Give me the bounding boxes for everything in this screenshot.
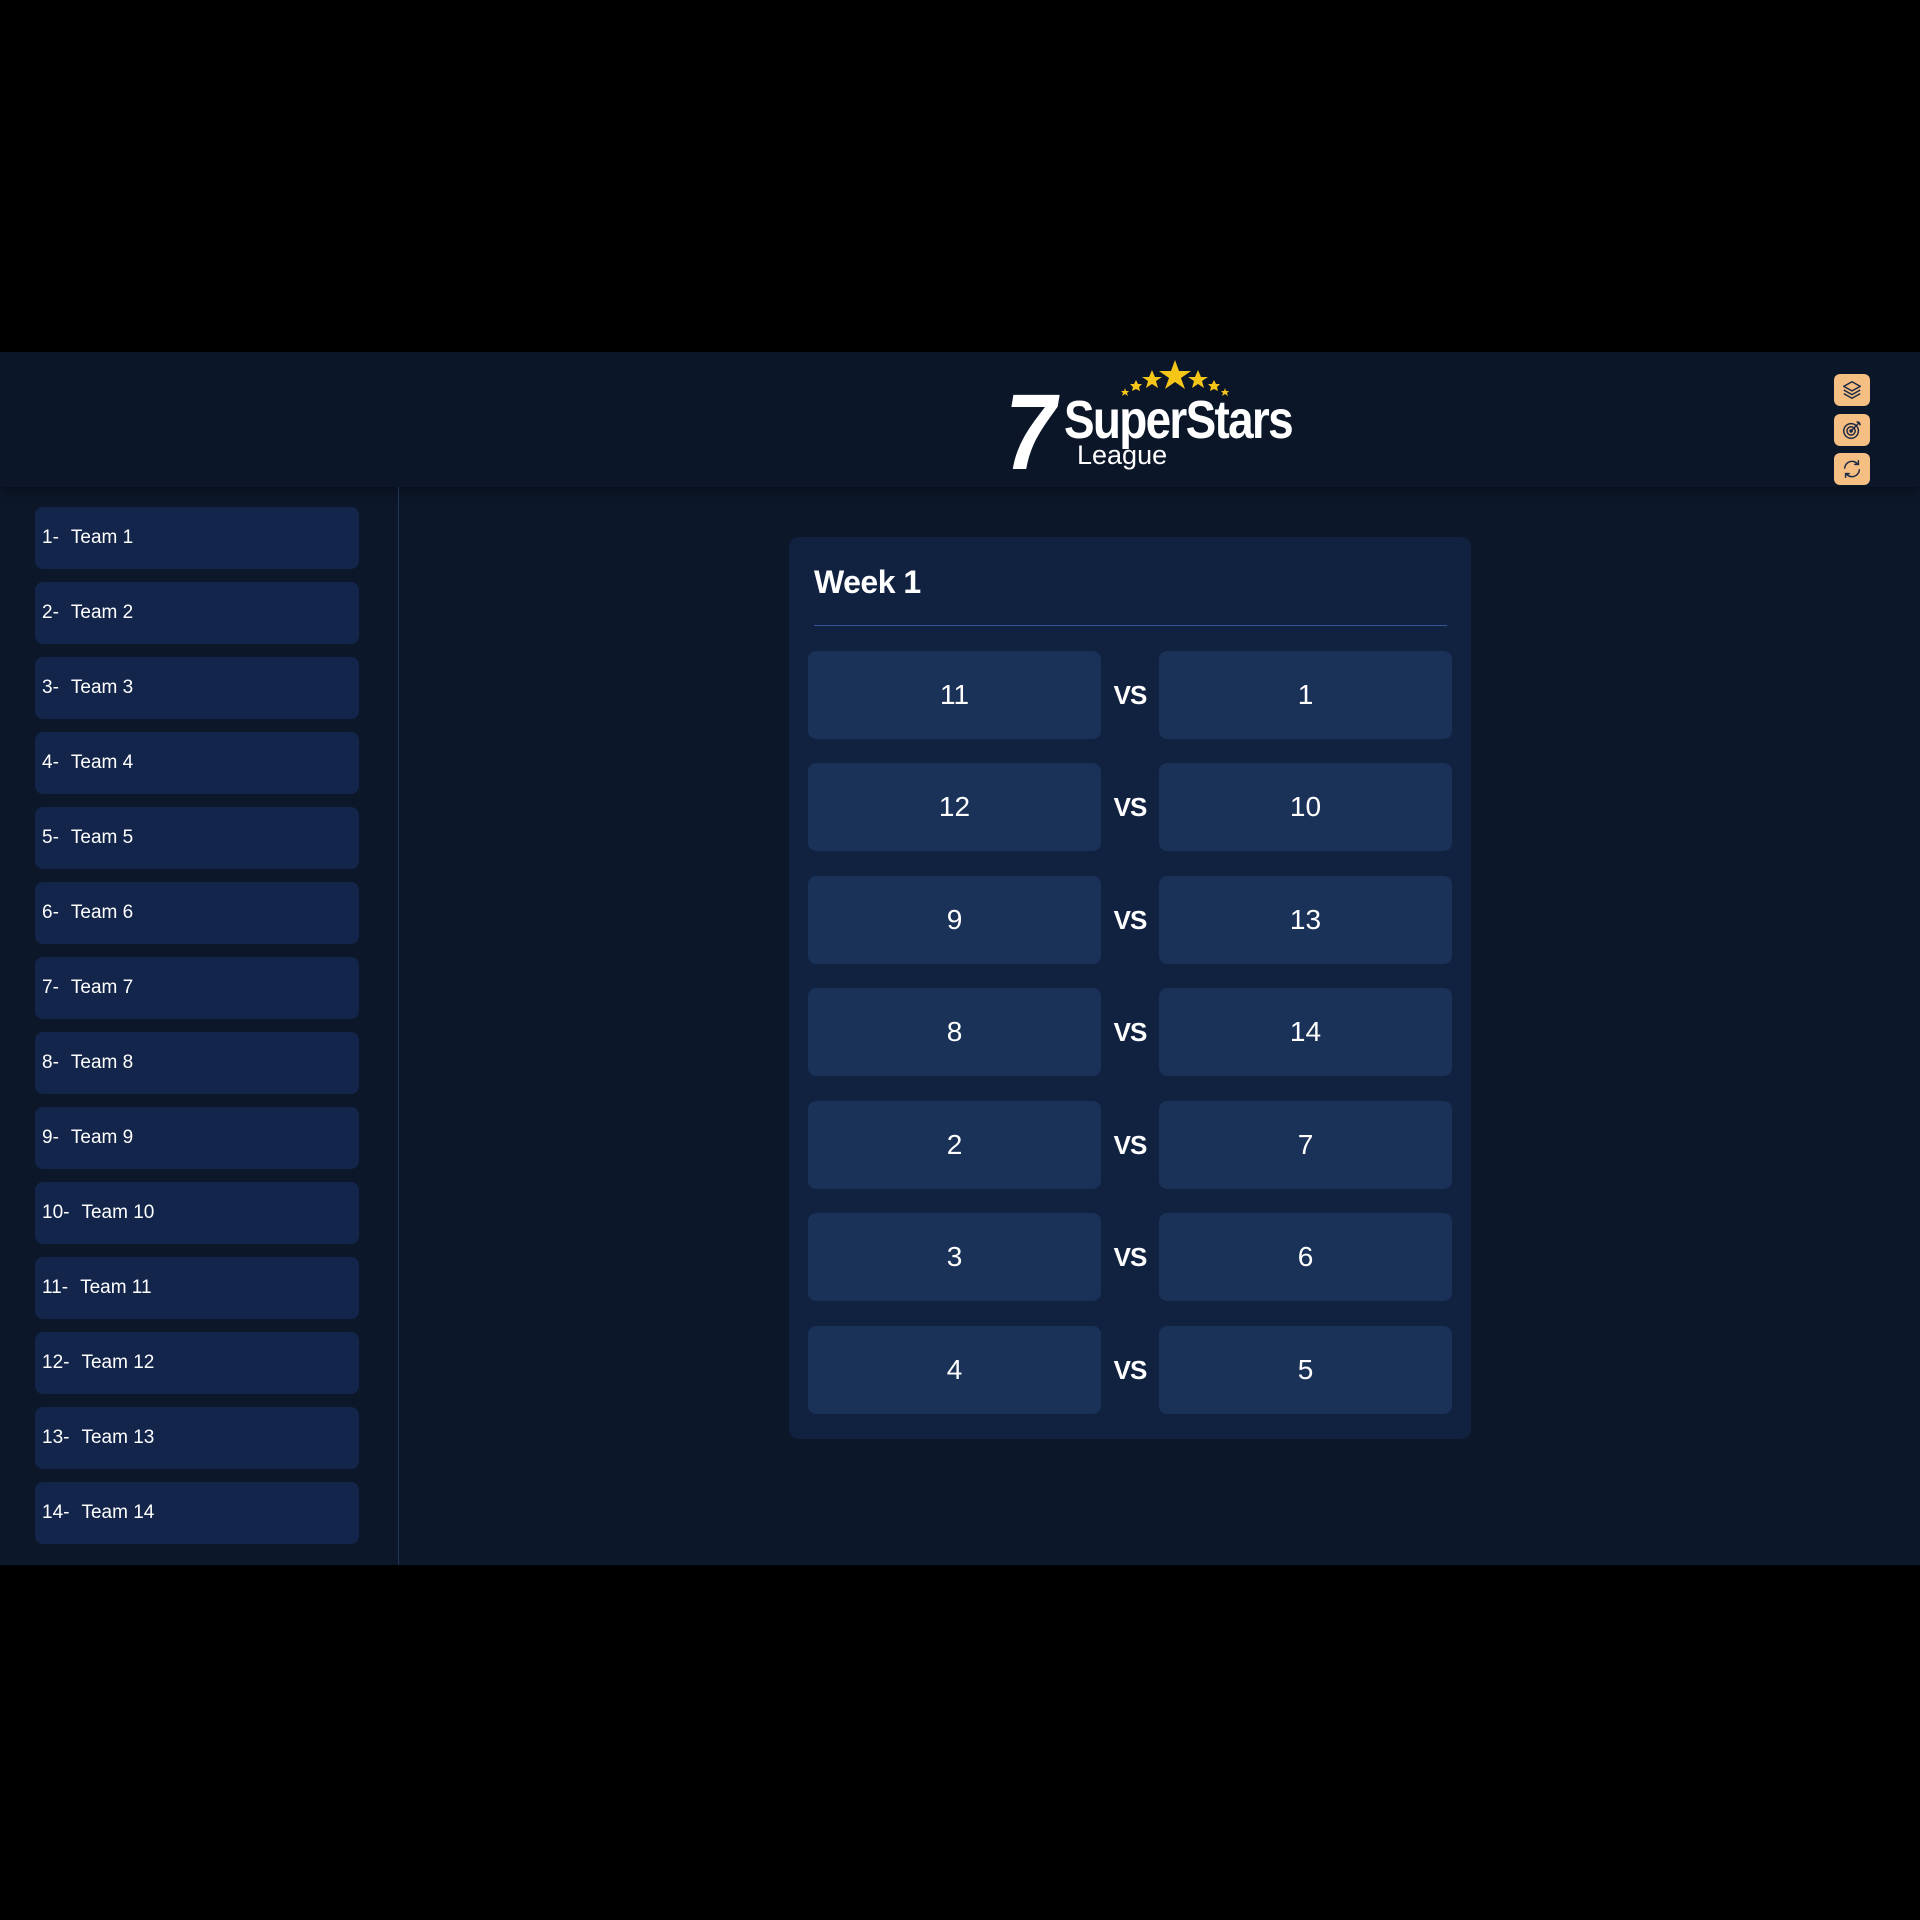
app-window: 7 SuperStars League 1- Team 1 2- Team 2 … [0, 352, 1920, 1565]
team-item[interactable]: 10- Team 10 [35, 1182, 359, 1244]
layers-icon [1843, 381, 1861, 399]
team-name: Team 10 [81, 1202, 155, 1223]
team-number: 4- [42, 752, 59, 773]
match-row: 12 VS 10 [808, 763, 1452, 851]
team-name: Team 6 [70, 902, 134, 923]
header: 7 SuperStars League [0, 352, 1920, 487]
team-number: 8- [42, 1052, 59, 1073]
layers-button[interactable] [1834, 374, 1870, 406]
team-name: Team 9 [70, 1127, 134, 1148]
star-icon [1142, 370, 1162, 388]
away-team[interactable]: 14 [1159, 988, 1452, 1076]
team-number: 6- [42, 902, 59, 923]
vs-label: VS [1113, 1241, 1148, 1272]
away-team[interactable]: 7 [1159, 1101, 1452, 1189]
team-number: 9- [42, 1127, 59, 1148]
match-row: 2 VS 7 [808, 1101, 1452, 1189]
team-number: 10- [42, 1202, 70, 1223]
title-divider [814, 625, 1447, 626]
away-team[interactable]: 5 [1159, 1326, 1452, 1414]
team-number: 14- [42, 1502, 70, 1523]
team-name: Team 7 [70, 977, 134, 998]
match-row: 9 VS 13 [808, 876, 1452, 964]
team-name: Team 8 [70, 1052, 134, 1073]
home-team[interactable]: 4 [808, 1326, 1101, 1414]
team-item[interactable]: 1- Team 1 [35, 507, 359, 569]
team-name: Team 13 [81, 1427, 155, 1448]
vs-label: VS [1113, 1354, 1148, 1385]
vs-label: VS [1113, 904, 1148, 935]
refresh-icon [1843, 460, 1861, 478]
team-item[interactable]: 2- Team 2 [35, 582, 359, 644]
team-item[interactable]: 4- Team 4 [35, 732, 359, 794]
vs-label: VS [1113, 1016, 1148, 1047]
team-item[interactable]: 5- Team 5 [35, 807, 359, 869]
team-name: Team 1 [70, 527, 134, 548]
team-number: 11- [42, 1277, 69, 1298]
away-team[interactable]: 10 [1159, 763, 1452, 851]
away-team[interactable]: 13 [1159, 876, 1452, 964]
team-name: Team 4 [70, 752, 134, 773]
home-team[interactable]: 3 [808, 1213, 1101, 1301]
match-row: 3 VS 6 [808, 1213, 1452, 1301]
team-sidebar: 1- Team 1 2- Team 2 3- Team 3 4- Team 4 5- Te… [0, 487, 399, 1565]
home-team[interactable]: 9 [808, 876, 1101, 964]
team-number: 5- [42, 827, 59, 848]
refresh-button[interactable] [1834, 453, 1870, 485]
team-item[interactable]: 7- Team 7 [35, 957, 359, 1019]
team-number: 3- [42, 677, 59, 698]
team-number: 7- [42, 977, 59, 998]
team-number: 13- [42, 1427, 70, 1448]
team-item[interactable]: 8- Team 8 [35, 1032, 359, 1094]
team-name: Team 12 [81, 1352, 155, 1373]
logo-subtitle: League [1077, 440, 1168, 470]
team-name: Team 5 [70, 827, 134, 848]
home-team[interactable]: 11 [808, 651, 1101, 739]
team-number: 1- [42, 527, 59, 548]
team-number: 12- [42, 1352, 70, 1373]
league-logo: 7 SuperStars League [1000, 360, 1300, 492]
home-team[interactable]: 8 [808, 988, 1101, 1076]
away-team[interactable]: 1 [1159, 651, 1452, 739]
target-icon [1843, 421, 1861, 439]
vs-label: VS [1113, 1129, 1148, 1160]
away-team[interactable]: 6 [1159, 1213, 1452, 1301]
star-icon [1159, 360, 1191, 389]
week-title: Week 1 [814, 564, 921, 600]
team-item[interactable]: 12- Team 12 [35, 1332, 359, 1394]
team-item[interactable]: 14- Team 14 [35, 1482, 359, 1544]
team-item[interactable]: 6- Team 6 [35, 882, 359, 944]
vs-label: VS [1113, 791, 1148, 822]
team-item[interactable]: 9- Team 9 [35, 1107, 359, 1169]
star-icon [1188, 370, 1208, 388]
week-schedule-card: Week 1 11 VS 1 12 VS 10 9 VS 13 8 VS 1 4 … [789, 537, 1471, 1439]
team-item[interactable]: 11- Team 11 [35, 1257, 359, 1319]
home-team[interactable]: 2 [808, 1101, 1101, 1189]
team-item[interactable]: 13- Team 13 [35, 1407, 359, 1469]
match-row: 4 VS 5 [808, 1326, 1452, 1414]
team-item[interactable]: 3- Team 3 [35, 657, 359, 719]
logo-number: 7 [1005, 371, 1057, 492]
match-row: 8 VS 14 [808, 988, 1452, 1076]
team-name: Team 11 [80, 1277, 152, 1298]
team-name: Team 14 [81, 1502, 155, 1523]
vs-label: VS [1113, 679, 1148, 710]
home-team[interactable]: 12 [808, 763, 1101, 851]
target-button[interactable] [1834, 414, 1870, 446]
match-row: 11 VS 1 [808, 651, 1452, 739]
team-name: Team 2 [70, 602, 134, 623]
team-number: 2- [42, 602, 59, 623]
team-name: Team 3 [70, 677, 134, 698]
